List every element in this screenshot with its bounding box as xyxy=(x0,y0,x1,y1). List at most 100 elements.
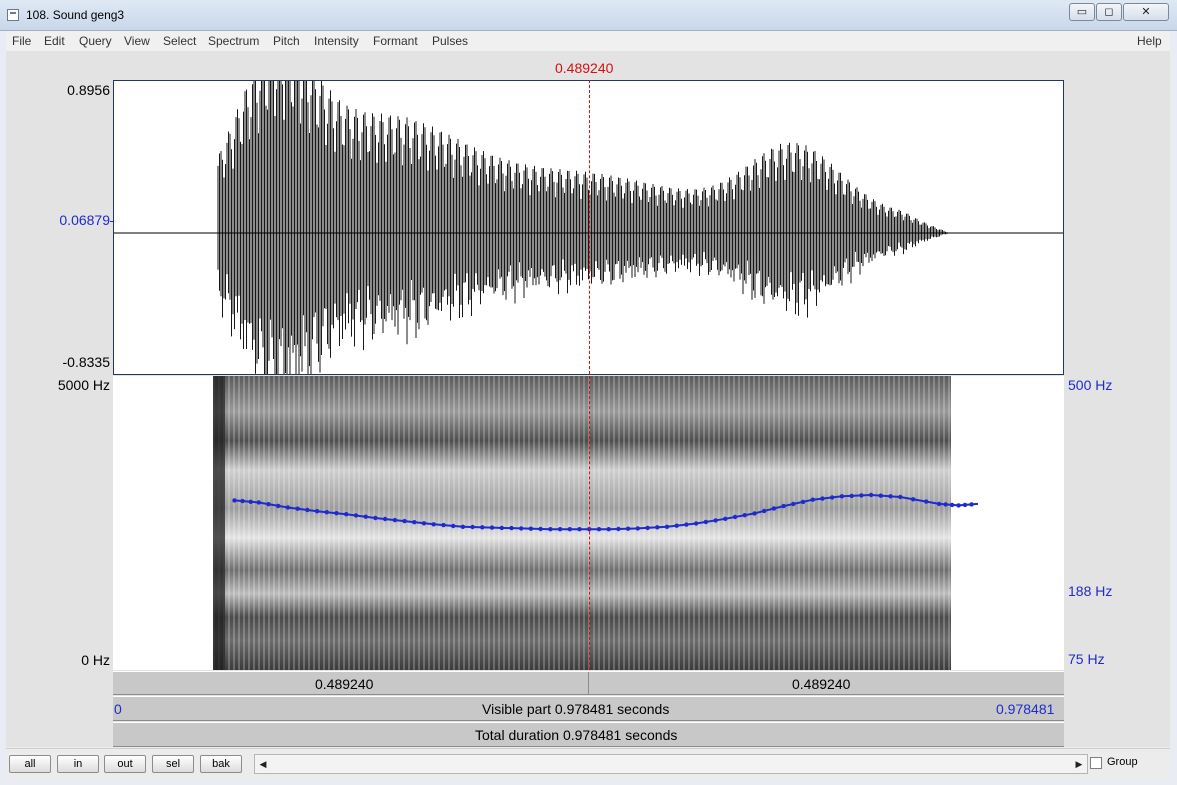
group-label: Group xyxy=(1107,756,1138,768)
pitch-point xyxy=(567,527,572,532)
pitch-point xyxy=(771,506,777,511)
pitch-bottom-label: 75 Hz xyxy=(1068,651,1105,667)
waveform-trace xyxy=(217,81,949,374)
zoom-out-button[interactable]: out xyxy=(104,755,146,773)
time-scrollbar[interactable]: ◀ ▶ xyxy=(254,754,1088,774)
wave-max-label: 0.8956 xyxy=(67,82,110,98)
scroll-right-arrow[interactable]: ▶ xyxy=(1071,755,1087,773)
spectrogram-striations xyxy=(213,376,951,670)
pitch-point xyxy=(762,508,767,514)
menu-help[interactable]: Help xyxy=(1137,34,1162,48)
pitch-point xyxy=(499,525,504,531)
menu-select[interactable]: Select xyxy=(163,34,196,48)
pitch-point xyxy=(723,516,728,521)
cursor-time-label: 0.489240 xyxy=(555,60,614,76)
menu-query[interactable]: Query xyxy=(79,34,112,48)
menu-view[interactable]: View xyxy=(124,34,150,48)
menu-pulses[interactable]: Pulses xyxy=(432,34,468,48)
pitch-point xyxy=(969,502,974,507)
pitch-point xyxy=(248,499,253,504)
pitch-point xyxy=(509,525,514,531)
pitch-point xyxy=(693,521,699,526)
app-icon[interactable] xyxy=(7,9,19,21)
pitch-point xyxy=(285,505,291,510)
zoom-selection-button[interactable]: sel xyxy=(152,755,194,773)
pitch-point xyxy=(295,506,300,511)
pitch-point xyxy=(421,521,427,526)
pitch-point xyxy=(596,527,602,532)
zoom-back-button[interactable]: bak xyxy=(200,755,242,773)
visible-part-text: Visible part 0.978481 seconds xyxy=(482,701,670,717)
pitch-point xyxy=(276,503,281,509)
menu-edit[interactable]: Edit xyxy=(44,34,65,48)
visible-part-bar[interactable]: Visible part 0.978481 seconds xyxy=(113,696,1064,721)
close-button[interactable]: ✕ xyxy=(1123,3,1169,21)
menu-file[interactable]: File xyxy=(12,34,31,48)
pitch-point xyxy=(256,500,261,505)
visible-end-label: 0.978481 xyxy=(996,701,1055,717)
pitch-point xyxy=(878,493,883,498)
pitch-point xyxy=(363,514,368,519)
spectrogram-onset xyxy=(213,376,225,670)
pitch-point xyxy=(781,503,786,509)
pitch-point xyxy=(373,515,378,521)
pitch-point xyxy=(240,498,245,504)
pitch-point xyxy=(635,526,640,531)
pitch-point xyxy=(344,512,349,517)
pitch-point xyxy=(334,511,339,516)
zoom-in-button[interactable]: in xyxy=(57,755,99,773)
pitch-point xyxy=(859,493,864,498)
pitch-point xyxy=(830,495,835,500)
pitch-point xyxy=(655,525,660,530)
total-duration-bar[interactable]: Total duration 0.978481 seconds xyxy=(113,722,1064,747)
menu-spectrum[interactable]: Spectrum xyxy=(208,34,259,48)
pitch-point xyxy=(606,527,611,532)
pitch-point xyxy=(911,497,916,502)
group-checkbox[interactable] xyxy=(1090,757,1102,769)
pitch-point xyxy=(305,507,310,513)
pitch-point xyxy=(314,509,320,514)
menu-intensity[interactable]: Intensity xyxy=(314,34,359,48)
scroll-left-arrow[interactable]: ◀ xyxy=(255,755,271,773)
time-bar-right-label: 0.489240 xyxy=(792,676,851,692)
menu-pitch[interactable]: Pitch xyxy=(273,34,300,48)
pitch-point xyxy=(266,502,271,507)
time-bar[interactable]: 0.489240 0.489240 xyxy=(113,671,1064,695)
pitch-point xyxy=(489,525,495,530)
pitch-point xyxy=(538,526,543,532)
pitch-point xyxy=(548,527,553,532)
pitch-point xyxy=(324,510,329,515)
menu-formant[interactable]: Formant xyxy=(373,34,418,48)
pitch-point xyxy=(703,519,709,525)
total-duration-text: Total duration 0.978481 seconds xyxy=(475,727,678,743)
minimize-button[interactable]: ▭ xyxy=(1069,3,1095,21)
wave-min-label: -0.8335 xyxy=(62,354,110,370)
visible-start-label: 0 xyxy=(114,701,122,717)
spectrogram-top-freq-label: 5000 Hz xyxy=(57,377,110,393)
pitch-point xyxy=(402,518,407,524)
pitch-point xyxy=(732,514,738,520)
pitch-point xyxy=(849,493,854,499)
pitch-point xyxy=(470,524,475,530)
pitch-point xyxy=(412,520,417,525)
time-bar-left-label: 0.489240 xyxy=(315,676,374,692)
maximize-button[interactable]: ◻ xyxy=(1096,3,1122,21)
pitch-point xyxy=(956,503,961,508)
pitch-point xyxy=(868,492,874,498)
pitch-point xyxy=(713,518,718,523)
window-title: 108. Sound geng3 xyxy=(26,8,125,22)
pitch-point xyxy=(577,527,582,532)
pitch-point xyxy=(888,494,893,499)
cursor-line[interactable] xyxy=(589,80,590,670)
pitch-point xyxy=(962,502,968,508)
pitch-point xyxy=(898,494,903,500)
pitch-point xyxy=(382,516,388,522)
zoom-all-button[interactable]: all xyxy=(9,755,51,773)
pitch-point xyxy=(742,513,747,518)
pitch-point xyxy=(616,526,621,532)
pitch-point xyxy=(800,499,806,505)
pitch-point xyxy=(528,526,534,531)
pitch-point xyxy=(232,498,237,503)
pitch-point xyxy=(431,522,436,527)
pitch-cursor-label: 188 Hz xyxy=(1068,583,1113,599)
